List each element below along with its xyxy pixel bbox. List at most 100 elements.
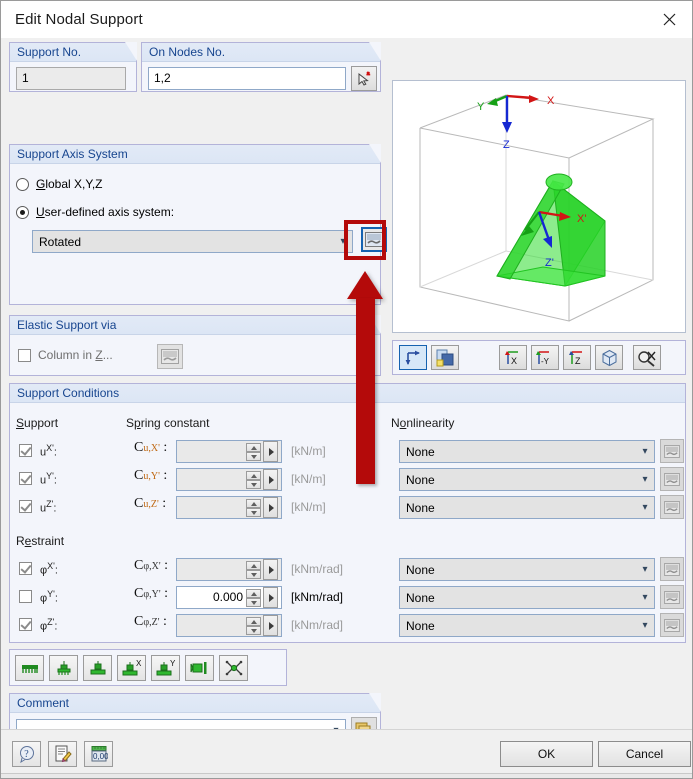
edit-column-icon[interactable] <box>157 344 183 369</box>
nonlinearity-ux-combo[interactable]: None ▾ <box>399 440 655 463</box>
edit-nonlinearity-phix-icon[interactable] <box>660 557 684 581</box>
support-type-hinged-icon[interactable] <box>49 654 78 681</box>
radio-global-axis-system[interactable]: Global X,Y,Z <box>16 177 103 191</box>
edit-nonlinearity-phiz-icon[interactable] <box>660 613 684 637</box>
checkbox-phiy-label: φY': <box>40 589 58 605</box>
spinner-phiy-up[interactable] <box>246 588 261 598</box>
spinner-phiy-more[interactable] <box>263 587 278 608</box>
spinner-uz-more[interactable] <box>263 497 278 518</box>
show-axes-button[interactable] <box>399 345 427 370</box>
support-type-free-icon[interactable] <box>219 654 248 681</box>
column-in-z-indicator <box>18 348 31 362</box>
edit-axis-system-icon[interactable] <box>361 227 387 252</box>
checkbox-ux[interactable]: uX': <box>19 443 57 459</box>
nonlinearity-phiz-combo[interactable]: None ▾ <box>399 614 655 637</box>
svg-text:Y: Y <box>170 659 176 668</box>
cube-wireframe <box>419 94 655 322</box>
nonlinearity-phiy-combo[interactable]: None ▾ <box>399 586 655 609</box>
spinner-phiy[interactable] <box>246 587 282 608</box>
spinner-uz-down[interactable] <box>246 507 261 517</box>
support-type-fixed-x-icon[interactable]: X <box>117 654 146 681</box>
spinner-ux[interactable] <box>246 441 282 462</box>
checkbox-phiz[interactable]: φZ': <box>19 617 57 633</box>
support-type-roller-icon[interactable] <box>185 654 214 681</box>
spinner-phiz-down[interactable] <box>246 625 261 635</box>
checkbox-phiz-indicator <box>19 618 32 632</box>
spinner-uy-more[interactable] <box>263 469 278 490</box>
cancel-button[interactable]: Cancel <box>598 741 691 767</box>
spinner-uy[interactable] <box>246 469 282 490</box>
svg-text:Z': Z' <box>545 257 554 269</box>
checkbox-uy-label: uY': <box>40 471 57 487</box>
spinner-uy-down[interactable] <box>246 479 261 489</box>
checkbox-ux-indicator <box>19 444 32 458</box>
support-type-none-icon[interactable] <box>15 654 44 681</box>
edit-nonlinearity-phiy-icon[interactable] <box>660 585 684 609</box>
spinner-phix-stack <box>246 559 261 580</box>
edit-nonlinearity-glyph <box>664 590 680 604</box>
preview-viewport[interactable]: X Y Z X' Z' <box>392 80 686 333</box>
spinner-ux-up[interactable] <box>246 442 261 452</box>
edit-notes-glyph <box>55 745 72 763</box>
support-type-fixed-icon[interactable] <box>83 654 112 681</box>
edit-nonlinearity-uz-icon[interactable] <box>660 495 684 519</box>
view-isometric-button[interactable] <box>595 345 623 370</box>
col-header-spring: Spring constant <box>126 416 210 430</box>
spinner-ux-down[interactable] <box>246 451 261 461</box>
dialog-footer: ? 0,00 OK Cancel <box>1 729 692 778</box>
ok-button[interactable]: OK <box>500 741 593 767</box>
support-no-legend: Support No. <box>10 42 137 62</box>
restraint-label: Restraint <box>16 534 65 548</box>
edit-nonlinearity-uy-icon[interactable] <box>660 467 684 491</box>
show-planes-button[interactable] <box>431 345 459 370</box>
radio-user-defined-axis-system[interactable]: User-defined axis system: <box>16 205 174 219</box>
spinner-phix-up[interactable] <box>246 560 261 570</box>
checkbox-uz[interactable]: uZ': <box>19 499 56 515</box>
help-icon[interactable]: ? <box>12 741 41 767</box>
spinner-uz[interactable] <box>246 497 282 518</box>
nonlinearity-phix-combo[interactable]: None ▾ <box>399 558 655 581</box>
symbol-cphiy: Cφ,Y' : <box>134 586 169 601</box>
spinner-phiy-down[interactable] <box>246 597 261 607</box>
view-x-button[interactable]: X <box>499 345 527 370</box>
edit-notes-icon[interactable] <box>48 741 77 767</box>
nonlinearity-uz-combo[interactable]: None ▾ <box>399 496 655 519</box>
help-glyph: ? <box>19 746 34 763</box>
spinner-uz-up[interactable] <box>246 498 261 508</box>
edit-nonlinearity-ux-icon[interactable] <box>660 439 684 463</box>
column-in-z-checkbox[interactable]: Column in Z... <box>18 348 113 362</box>
spinner-phiz-up[interactable] <box>246 616 261 626</box>
spinner-phiz-stack <box>246 615 261 636</box>
spinner-phix-more[interactable] <box>263 559 278 580</box>
view-zoom-all-button[interactable] <box>633 345 661 370</box>
spinner-uy-up[interactable] <box>246 470 261 480</box>
spinner-phiz[interactable] <box>246 615 282 636</box>
support-type-fixed-y-icon[interactable]: Y <box>151 654 180 681</box>
nonlinearity-phix-value: None <box>406 562 435 577</box>
close-icon[interactable] <box>646 1 692 37</box>
spinner-ux-more[interactable] <box>263 441 278 462</box>
view-toolbar: X -Y Z <box>392 340 686 375</box>
on-nodes-input[interactable]: 1,2 <box>148 67 346 90</box>
view-y-button[interactable]: -Y <box>531 345 559 370</box>
checkbox-phix[interactable]: φX': <box>19 561 58 577</box>
checkbox-phix-indicator <box>19 562 32 576</box>
support-no-input[interactable]: 1 <box>16 67 126 90</box>
checkbox-uy[interactable]: uY': <box>19 471 57 487</box>
annotation-arrow-head <box>347 271 383 299</box>
view-z-button[interactable]: Z <box>563 345 591 370</box>
col-header-nonlinearity: Nonlinearity <box>391 416 455 430</box>
chevron-down-icon: ▾ <box>642 592 648 603</box>
unit-ux: [kN/m] <box>291 444 326 458</box>
checkbox-phiy[interactable]: φY': <box>19 589 58 605</box>
nonlinearity-uy-combo[interactable]: None ▾ <box>399 468 655 491</box>
svg-text:X: X <box>511 356 517 366</box>
spinner-phix[interactable] <box>246 559 282 580</box>
elastic-support-legend: Elastic Support via <box>10 315 381 335</box>
pick-node-icon[interactable] <box>351 66 377 91</box>
axis-system-combo[interactable]: Rotated ▾ <box>32 230 353 253</box>
spinner-phiz-more[interactable] <box>263 615 278 636</box>
units-icon[interactable]: 0,00 <box>84 741 113 767</box>
spinner-phix-down[interactable] <box>246 569 261 579</box>
edit-nodal-support-dialog: Edit Nodal Support Support No. 1 On Node… <box>0 0 693 779</box>
